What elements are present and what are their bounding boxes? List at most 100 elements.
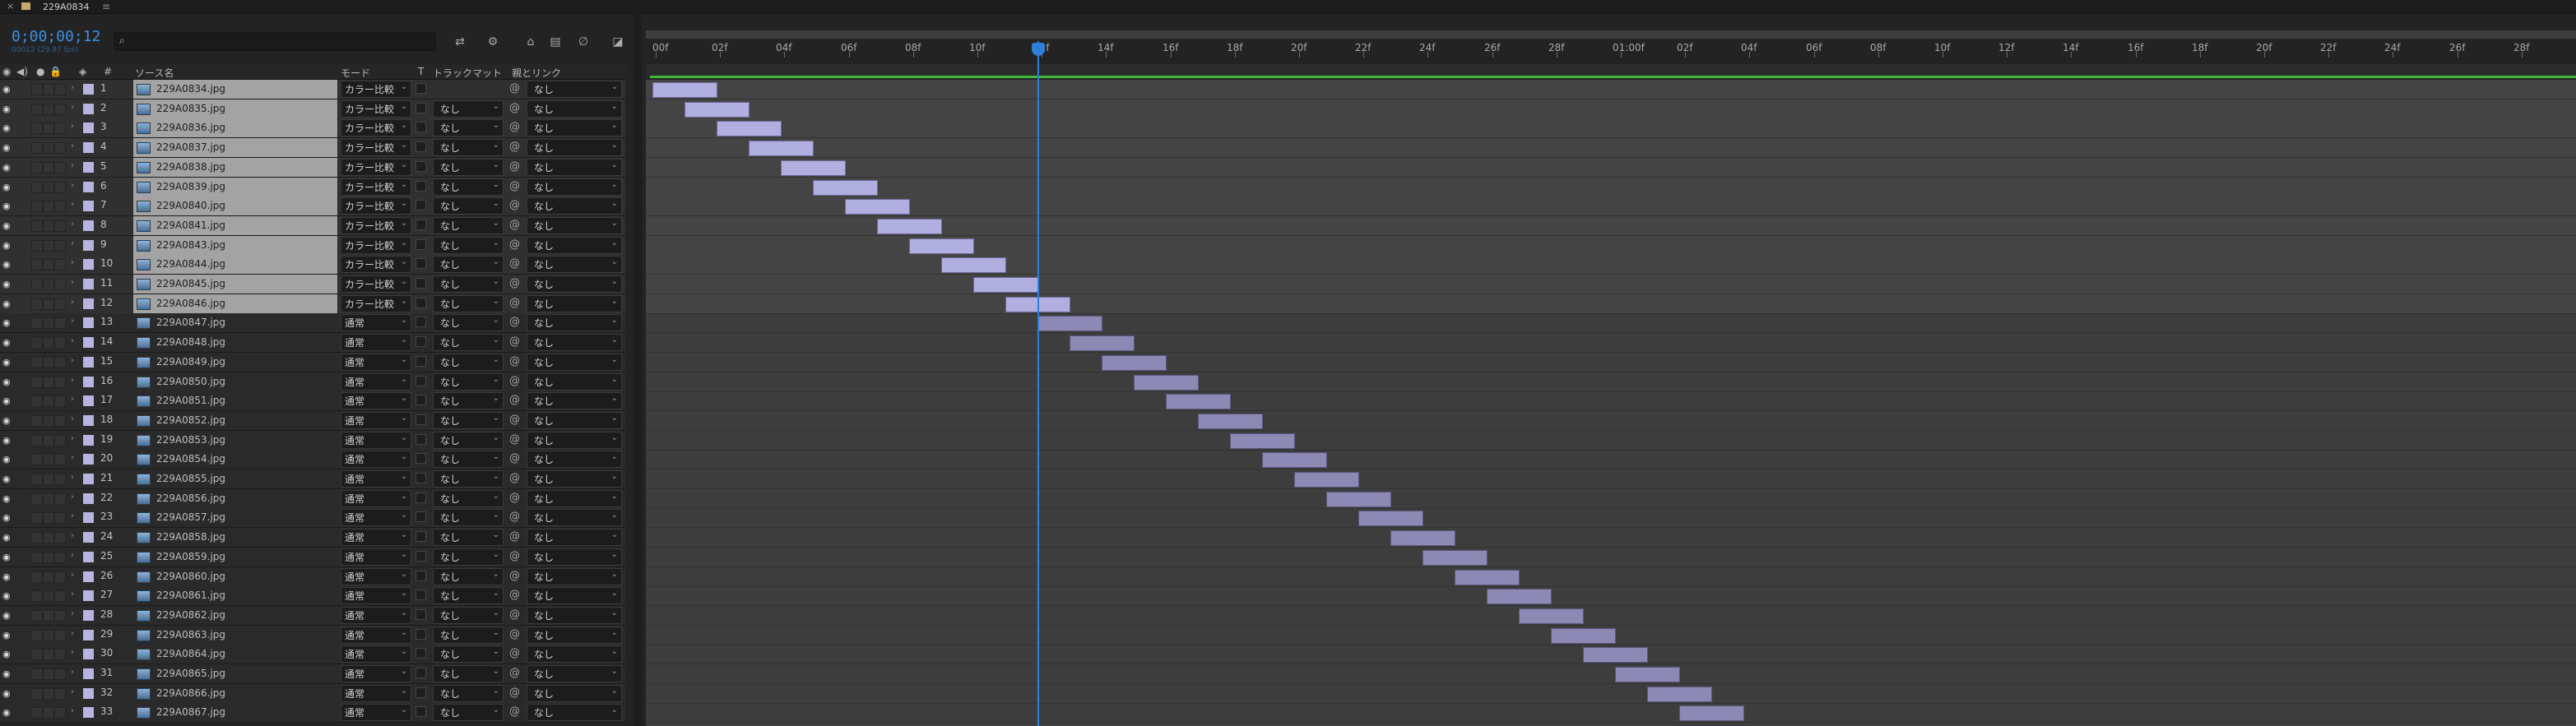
layer-duration-bar[interactable] [877,219,942,234]
expand-triangle-icon[interactable]: › [71,83,74,92]
pick-whip-icon[interactable]: @ [509,141,520,153]
audio-switch[interactable] [31,142,43,154]
graph-editor-icon[interactable]: ∅ [574,33,592,51]
solo-switch[interactable] [43,552,54,563]
layer-name-cell[interactable]: 229A0854.jpg [133,450,337,469]
composition-tab-title[interactable]: 229A0834 [43,2,90,12]
layer-duration-bar[interactable] [1037,316,1102,331]
layer-row[interactable]: ◉ › 20 229A0854.jpg 通常 ⌄ なし ⌄ @ なし ⌄ [0,450,625,469]
parent-dropdown[interactable]: なし ⌄ [527,587,622,604]
layer-row[interactable]: ◉ › 1 229A0834.jpg カラー比較 ⌄ @ なし ⌄ [0,80,625,99]
eye-icon[interactable]: ◉ [2,649,11,659]
pick-whip-icon[interactable]: @ [509,316,520,328]
preserve-transparency-checkbox[interactable] [415,473,426,483]
expand-triangle-icon[interactable]: › [71,531,74,540]
pick-whip-icon[interactable]: @ [509,257,520,270]
label-color-swatch[interactable] [83,240,94,251]
track-matte-dropdown[interactable]: なし ⌄ [433,704,504,721]
label-color-swatch[interactable] [83,610,94,621]
blend-mode-dropdown[interactable]: 通常 ⌄ [341,607,411,624]
solo-switch[interactable] [43,337,54,349]
layer-duration-bar[interactable] [1390,530,1455,546]
pick-whip-icon[interactable]: @ [509,667,520,679]
label-color-swatch[interactable] [83,279,94,289]
lock-switch[interactable] [54,493,66,505]
eye-icon[interactable]: ◉ [2,493,11,504]
eye-icon[interactable]: ◉ [2,571,11,582]
blend-mode-dropdown[interactable]: 通常 ⌄ [341,373,411,391]
layer-duration-bar[interactable] [1615,667,1680,682]
layer-name-cell[interactable]: 229A0867.jpg [133,703,337,722]
blend-mode-dropdown[interactable]: 通常 ⌄ [341,509,411,526]
blend-mode-dropdown[interactable]: カラー比較 ⌄ [341,295,411,312]
eye-icon[interactable]: ◉ [2,668,11,679]
lock-switch[interactable] [54,259,66,271]
layer-row[interactable]: ◉ › 33 229A0867.jpg 通常 ⌄ なし ⌄ @ なし ⌄ [0,703,625,723]
solo-switch[interactable] [43,649,54,660]
eye-icon[interactable]: ◉ [2,182,11,192]
video-switch-header-icon[interactable]: ◉ [2,66,11,77]
blend-mode-dropdown[interactable]: 通常 ⌄ [341,392,411,409]
audio-switch[interactable] [31,395,43,407]
parent-dropdown[interactable]: なし ⌄ [527,237,622,254]
lock-switch[interactable] [54,377,66,388]
solo-header-icon[interactable]: ● [36,66,44,77]
lock-switch[interactable] [54,512,66,524]
solo-switch[interactable] [43,142,54,154]
preserve-transparency-checkbox[interactable] [415,161,426,172]
layer-row[interactable]: ◉ › 19 229A0853.jpg 通常 ⌄ なし ⌄ @ なし ⌄ [0,431,625,451]
t-column-header[interactable]: T [418,66,424,77]
label-color-swatch[interactable] [83,104,94,114]
lock-switch[interactable] [54,298,66,310]
preserve-transparency-checkbox[interactable] [415,220,426,230]
track-matte-dropdown[interactable]: なし ⌄ [433,256,504,273]
parent-dropdown[interactable]: なし ⌄ [527,334,622,351]
blend-mode-dropdown[interactable]: 通常 ⌄ [341,548,411,566]
layer-duration-bar[interactable] [973,277,1038,293]
eye-icon[interactable]: ◉ [2,512,11,523]
solo-switch[interactable] [43,454,54,465]
layer-name-cell[interactable]: 229A0853.jpg [133,431,337,450]
parent-dropdown[interactable]: なし ⌄ [527,665,622,682]
solo-switch[interactable] [43,474,54,485]
expand-triangle-icon[interactable]: › [71,239,74,248]
track-matte-dropdown[interactable]: なし ⌄ [433,685,504,702]
pick-whip-icon[interactable]: @ [509,687,520,699]
track-matte-dropdown[interactable]: なし ⌄ [433,217,504,234]
label-color-swatch[interactable] [83,688,94,699]
label-color-swatch[interactable] [83,377,94,387]
eye-icon[interactable]: ◉ [2,415,11,426]
parent-column-header[interactable]: 親とリンク [512,66,561,80]
parent-dropdown[interactable]: なし ⌄ [527,432,622,449]
expand-triangle-icon[interactable]: › [71,453,74,462]
layer-duration-bar[interactable] [1198,414,1263,429]
lock-switch[interactable] [54,668,66,680]
audio-switch[interactable] [31,182,43,193]
layer-name-cell[interactable]: 229A0846.jpg [133,294,337,313]
parent-dropdown[interactable]: なし ⌄ [527,412,622,429]
audio-switch[interactable] [31,630,43,641]
expand-triangle-icon[interactable]: › [71,141,74,150]
preserve-transparency-checkbox[interactable] [415,336,426,347]
solo-switch[interactable] [43,688,54,700]
label-color-swatch[interactable] [83,435,94,446]
pick-whip-icon[interactable]: @ [509,199,520,211]
track-matte-dropdown[interactable]: なし ⌄ [433,665,504,682]
label-color-swatch[interactable] [83,532,94,543]
eye-icon[interactable]: ◉ [2,279,11,289]
layer-name-cell[interactable]: 229A0849.jpg [133,353,337,372]
audio-switch[interactable] [31,474,43,485]
audio-switch[interactable] [31,707,43,719]
track-matte-dropdown[interactable]: なし ⌄ [433,587,504,604]
layer-row[interactable]: ◉ › 30 229A0864.jpg 通常 ⌄ なし ⌄ @ なし ⌄ [0,645,625,664]
layer-duration-bar[interactable] [1070,335,1135,351]
lock-switch[interactable] [54,435,66,446]
layer-name-cell[interactable]: 229A0855.jpg [133,469,337,488]
lock-switch[interactable] [54,395,66,407]
lock-header-icon[interactable]: 🔒 [49,66,62,77]
track-matte-dropdown[interactable]: なし ⌄ [433,334,504,351]
layer-row[interactable]: ◉ › 21 229A0855.jpg 通常 ⌄ なし ⌄ @ なし ⌄ [0,469,625,489]
expand-triangle-icon[interactable]: › [71,298,74,307]
blend-mode-dropdown[interactable]: 通常 ⌄ [341,470,411,488]
pick-whip-icon[interactable]: @ [509,492,520,504]
